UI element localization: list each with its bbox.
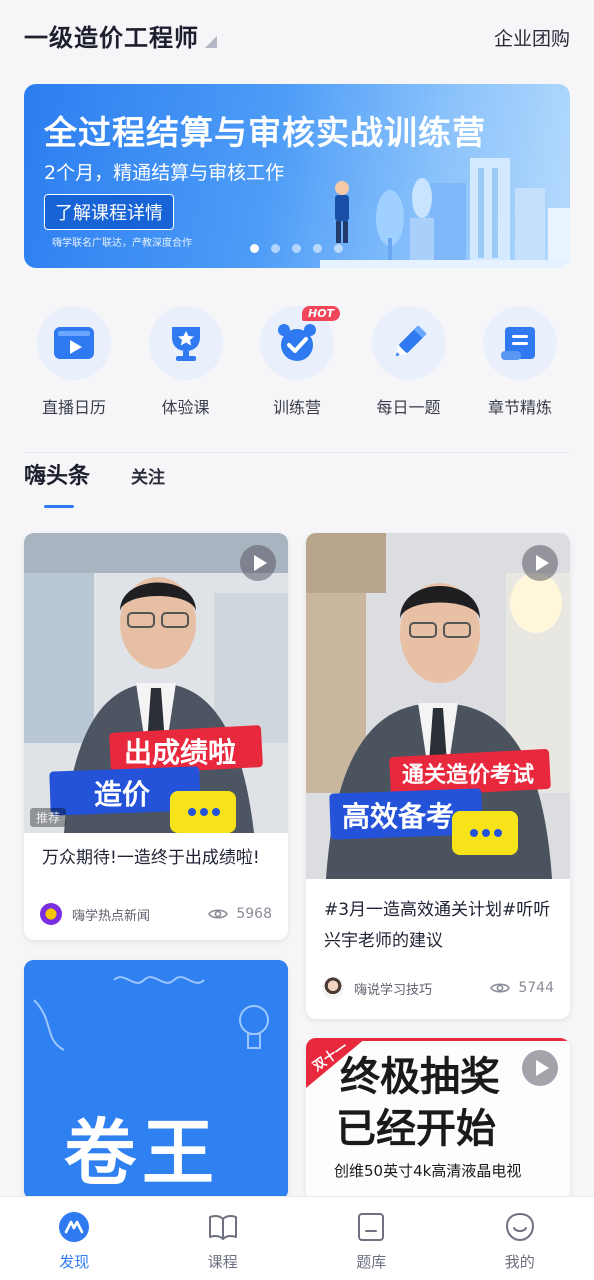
recommend-tag: 推荐	[30, 808, 67, 827]
carousel-dot[interactable]	[271, 244, 280, 253]
feed-card[interactable]: 双十一 终极抽奖 已经开始 创维50英寸4k高清液晶电视	[306, 1038, 570, 1200]
quick-entry-live-calendar[interactable]: 直播日历	[24, 300, 124, 420]
author-name: 嗨说学习技巧	[354, 982, 433, 998]
nav-label: 课程	[207, 1253, 238, 1271]
quick-entry-trial-class[interactable]: 体验课	[136, 300, 236, 420]
scroll-icon	[483, 306, 557, 380]
quick-entry-label: 训练营	[272, 398, 321, 417]
card-meta: 嗨学热点新闻 5968	[24, 903, 288, 925]
page-title: 一级造价工程师	[24, 24, 199, 52]
bottom-navigation: 发现 课程 题库 我的	[0, 1196, 594, 1280]
quick-entries: 直播日历 体验课 HOT 训练营 每日一题 章节精炼	[24, 300, 570, 420]
thumbnail-caption: 造价	[94, 778, 151, 811]
question-bank-icon	[358, 1213, 385, 1241]
carousel-dot[interactable]	[313, 244, 322, 253]
nav-label: 我的	[504, 1253, 535, 1271]
group-buy-link[interactable]: 企业团购	[494, 24, 570, 51]
discover-page: 一级造价工程师 企业团购 全过程结算与审核实战训练营 2个月，精通结算与审核工作…	[0, 0, 594, 1280]
card-title: #3月一造高效通关计划#听听兴宇老师的建议	[324, 900, 551, 951]
thumbnail-caption: 通关造价考试	[402, 763, 535, 788]
play-icon[interactable]	[240, 545, 276, 581]
quick-entry-daily-question[interactable]: 每日一题	[359, 300, 459, 420]
feed-card[interactable]: 卷王	[24, 960, 288, 1200]
play-icon[interactable]	[522, 1050, 558, 1086]
card-meta: 嗨说学习技巧 5744	[306, 977, 570, 999]
carousel-dot[interactable]	[250, 244, 259, 253]
video-thumbnail: 通关造价考试 高效备考	[306, 533, 570, 879]
discover-icon	[59, 1212, 90, 1242]
avatar	[40, 903, 62, 925]
nav-profile[interactable]: 我的	[470, 1197, 570, 1280]
trophy-icon	[148, 306, 223, 380]
card-title: 万众期待!一造终于出成绩啦!	[42, 848, 260, 868]
view-count-value: 5744	[518, 980, 554, 996]
course-details-button[interactable]: 了解课程详情	[44, 194, 174, 230]
thumbnail-caption: 出成绩啦	[124, 736, 237, 769]
quick-entry-label: 体验课	[161, 398, 210, 417]
poster-subtitle: 创维50英寸4k高清液晶电视	[334, 1162, 522, 1180]
thumbnail-caption: 卷王	[64, 1111, 221, 1195]
view-count: 5968	[208, 906, 272, 922]
author-name: 嗨学热点新闻	[72, 908, 151, 924]
pencil-icon	[371, 306, 446, 380]
top-bar: 一级造价工程师 企业团购	[0, 0, 594, 70]
nav-label: 发现	[59, 1253, 90, 1271]
profile-icon	[505, 1212, 534, 1242]
quick-entry-label: 章节精炼	[487, 398, 552, 417]
carousel-dot[interactable]	[292, 244, 301, 253]
section-divider	[24, 452, 570, 453]
image-thumbnail: 卷王	[24, 960, 288, 1200]
avatar	[322, 977, 344, 999]
eye-icon	[490, 983, 511, 993]
banner-note: 嗨学联名广联达，产教深度合作	[52, 238, 192, 249]
nav-label: 题库	[356, 1253, 387, 1271]
carousel-indicator	[250, 244, 343, 253]
view-count-value: 5968	[236, 906, 272, 922]
image-thumbnail: 双十一 终极抽奖 已经开始 创维50英寸4k高清液晶电视	[306, 1038, 570, 1200]
banner-headline: 全过程结算与审核实战训练营	[44, 113, 486, 152]
tab-headlines[interactable]: 嗨头条	[24, 458, 90, 490]
carousel-dot[interactable]	[334, 244, 343, 253]
tab-follow[interactable]: 关注	[131, 463, 165, 488]
dropdown-corner-icon	[205, 35, 217, 48]
thumbnail-caption: 高效备考	[342, 800, 455, 833]
play-icon[interactable]	[522, 545, 558, 581]
quick-entry-label: 直播日历	[41, 398, 106, 417]
nav-discover[interactable]: 发现	[24, 1197, 124, 1280]
live-calendar-icon	[37, 306, 111, 380]
hot-badge: HOT	[302, 306, 341, 321]
poster-title: 已经开始	[336, 1106, 496, 1152]
exam-selector[interactable]: 一级造价工程师	[24, 18, 217, 53]
active-tab-indicator	[44, 505, 74, 508]
promo-banner[interactable]: 全过程结算与审核实战训练营 2个月，精通结算与审核工作 了解课程详情 嗨学联名广…	[24, 84, 570, 268]
quick-entry-label: 每日一题	[376, 398, 441, 417]
feed-card[interactable]: 通关造价考试 高效备考 #3月一造高效通关计划#听听兴宇老师的建议 嗨说学习技巧…	[306, 533, 570, 1019]
quick-entry-chapter-refine[interactable]: 章节精炼	[470, 300, 570, 420]
nav-courses[interactable]: 课程	[173, 1197, 273, 1280]
eye-icon	[208, 909, 229, 919]
view-count: 5744	[490, 980, 554, 996]
book-icon	[208, 1214, 237, 1240]
quick-entry-training-camp[interactable]: HOT 训练营	[247, 300, 347, 420]
feed-card[interactable]: 出成绩啦 造价 推荐 万众期待!一造终于出成绩啦! 嗨学热点新闻 5968	[24, 533, 288, 940]
banner-subtitle: 2个月，精通结算与审核工作	[44, 162, 285, 184]
nav-question-bank[interactable]: 题库	[321, 1197, 421, 1280]
poster-title: 终极抽奖	[340, 1054, 500, 1100]
video-thumbnail: 出成绩啦 造价 推荐	[24, 533, 288, 833]
